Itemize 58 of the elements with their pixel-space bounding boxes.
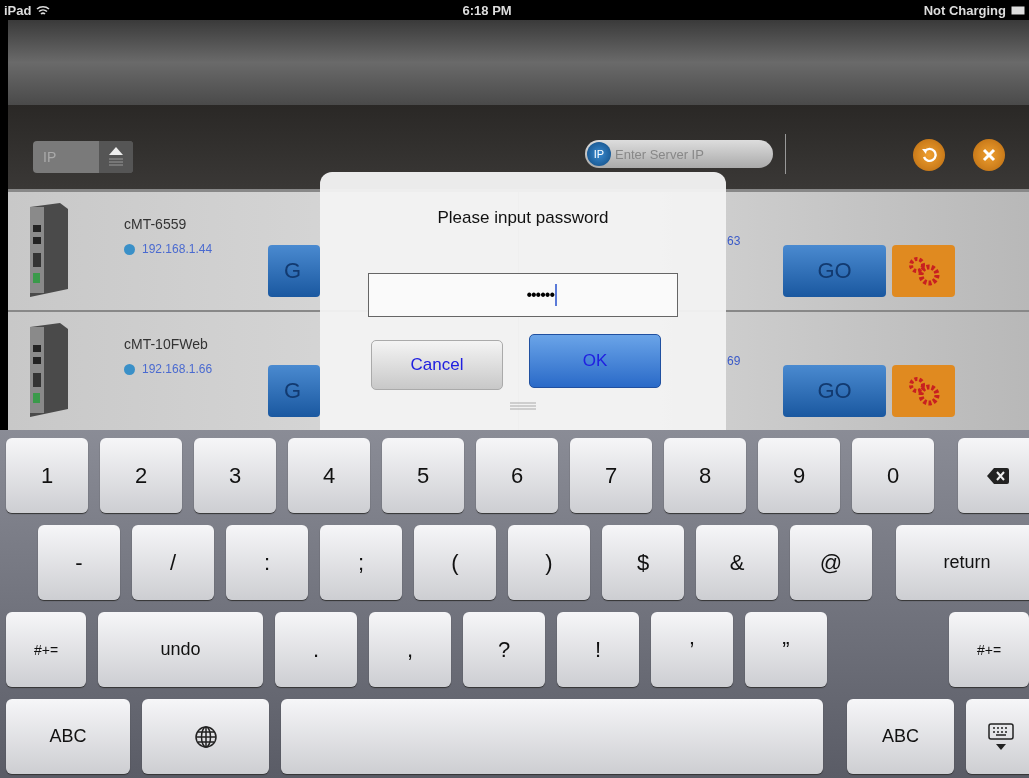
symbols-key[interactable]: #+= xyxy=(6,612,86,687)
hide-keyboard-key[interactable] xyxy=(966,699,1029,774)
ip-address: 192.168.1.44 xyxy=(142,242,213,256)
key[interactable]: 5 xyxy=(382,438,464,513)
password-field[interactable]: •••••• xyxy=(368,273,678,317)
key[interactable]: - xyxy=(38,525,120,600)
close-icon xyxy=(982,148,996,162)
battery-status: Not Charging xyxy=(923,2,1006,18)
backspace-icon xyxy=(987,467,1009,484)
refresh-button[interactable] xyxy=(913,139,945,171)
globe-icon xyxy=(193,724,218,749)
ip-address: 192.168.1.66 xyxy=(142,362,213,376)
key[interactable]: . xyxy=(275,612,357,687)
key[interactable]: , xyxy=(369,612,451,687)
key[interactable]: ) xyxy=(508,525,590,600)
key[interactable]: ( xyxy=(414,525,496,600)
key[interactable]: 0 xyxy=(852,438,934,513)
close-button[interactable] xyxy=(973,139,1005,171)
keyboard-hide-icon xyxy=(988,722,1014,751)
key[interactable]: 4 xyxy=(288,438,370,513)
key[interactable]: 2 xyxy=(100,438,182,513)
grip-icon xyxy=(510,402,536,410)
return-key[interactable]: return xyxy=(896,525,1029,600)
ip-address: 63 xyxy=(727,234,742,248)
abc-key[interactable]: ABC xyxy=(6,699,130,774)
backspace-key[interactable] xyxy=(958,438,1029,513)
key[interactable]: ” xyxy=(745,612,827,687)
key[interactable]: 9 xyxy=(758,438,840,513)
symbols-key[interactable]: #+= xyxy=(949,612,1029,687)
key[interactable]: : xyxy=(226,525,308,600)
abc-key[interactable]: ABC xyxy=(847,699,954,774)
key[interactable]: / xyxy=(132,525,214,600)
key[interactable]: 7 xyxy=(570,438,652,513)
battery-icon xyxy=(1011,5,1025,15)
ip-address: 69 xyxy=(727,354,742,368)
key[interactable]: ’ xyxy=(651,612,733,687)
key[interactable]: ! xyxy=(557,612,639,687)
clock: 6:18 PM xyxy=(462,2,512,18)
cancel-button[interactable]: Cancel xyxy=(371,340,503,390)
key[interactable]: $ xyxy=(602,525,684,600)
key[interactable]: 6 xyxy=(476,438,558,513)
ip-icon xyxy=(124,363,135,375)
refresh-icon xyxy=(921,147,937,163)
key[interactable]: 1 xyxy=(6,438,88,513)
key[interactable]: 8 xyxy=(664,438,746,513)
device-name: iPad xyxy=(4,2,32,18)
ip-icon xyxy=(124,243,135,255)
globe-key[interactable] xyxy=(142,699,269,774)
key[interactable]: & xyxy=(696,525,778,600)
undo-key[interactable]: undo xyxy=(98,612,263,687)
key[interactable]: 3 xyxy=(194,438,276,513)
wifi-icon xyxy=(36,4,51,16)
dialog-title: Please input password xyxy=(437,208,609,228)
device-name: cMT-10FWeb xyxy=(124,336,209,352)
key[interactable]: ? xyxy=(463,612,545,687)
device-name: cMT-6559 xyxy=(124,216,188,232)
key[interactable]: @ xyxy=(790,525,872,600)
key[interactable]: ; xyxy=(320,525,402,600)
